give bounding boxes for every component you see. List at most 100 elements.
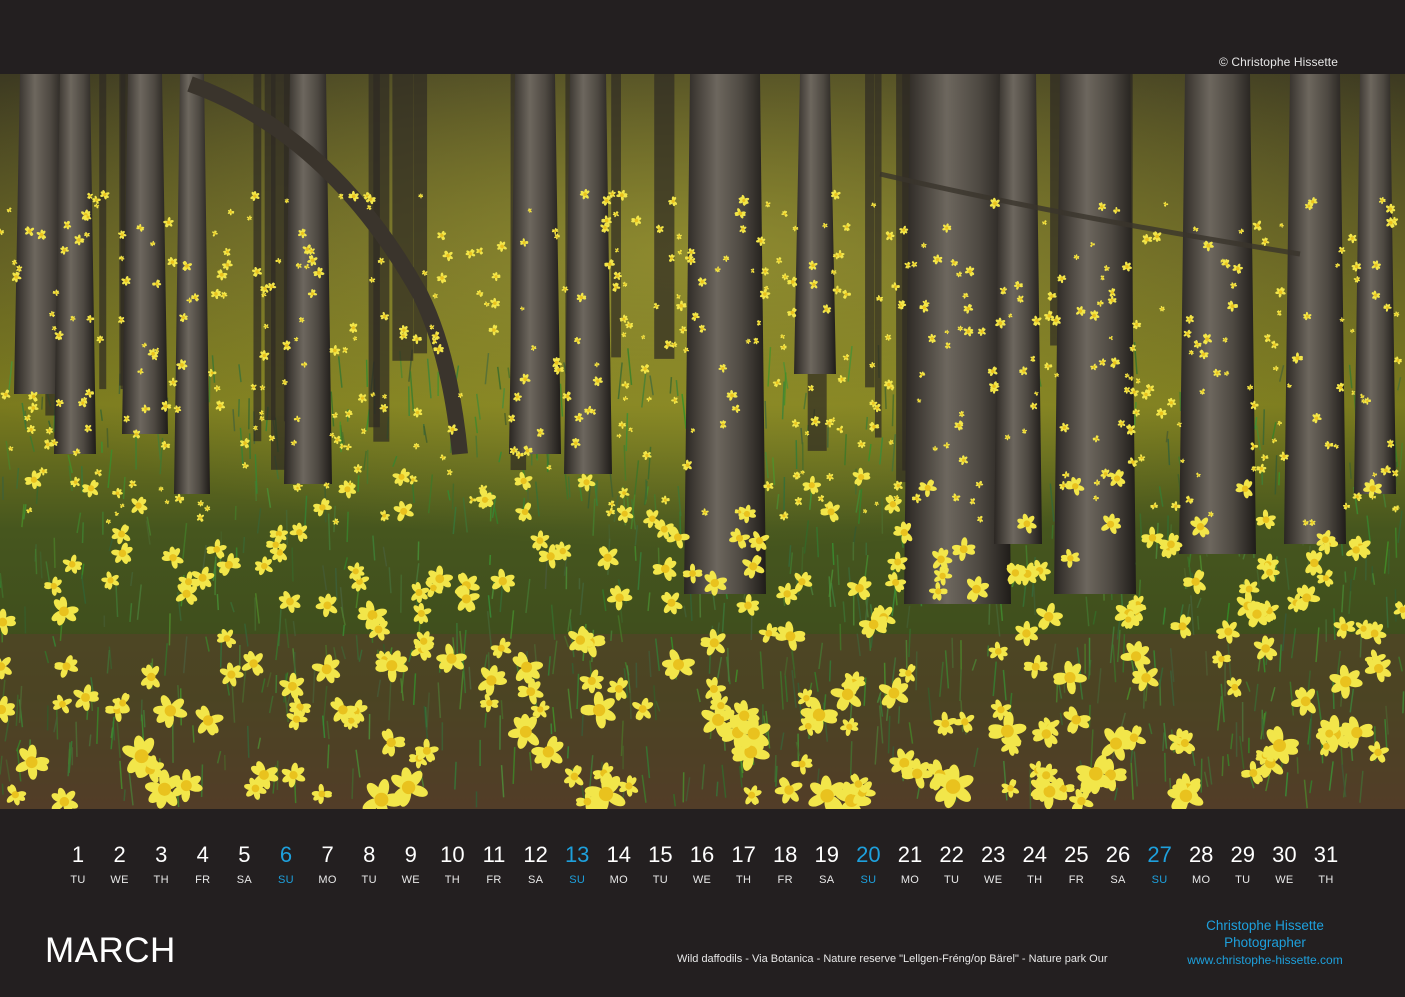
trumpet [284,343,289,348]
trumpet [440,276,444,280]
trumpet [1022,369,1026,373]
trumpet [333,348,337,353]
trumpet [980,330,984,334]
tree-trunk [122,74,168,434]
grass-blade [750,613,753,641]
trumpet [766,203,769,206]
trumpet [1388,207,1392,211]
grass-blade [610,630,613,641]
trumpet [616,249,618,252]
trumpet [206,507,209,510]
trumpet [824,307,828,311]
trumpet [115,512,118,515]
trumpet [351,326,356,330]
trumpet [1336,264,1339,267]
trumpet [721,422,725,426]
trumpet [1354,264,1359,269]
trumpet [171,380,175,384]
trumpet [555,235,558,238]
trumpet [1282,454,1286,458]
trumpet [138,226,142,230]
trumpet [1001,289,1005,292]
trumpet [448,471,451,474]
trumpet [673,399,677,402]
grass-blade [1394,527,1398,558]
trumpet [583,192,587,196]
trumpet [1152,504,1156,508]
trumpet [121,504,123,507]
trumpet [1091,243,1094,246]
trumpet [382,513,387,518]
grass-blade [285,509,289,545]
trumpet [930,336,934,341]
trumpet [401,334,405,338]
trumpet [958,273,961,276]
trumpet [58,401,61,405]
trumpet [872,204,875,207]
grass-blade [891,394,895,427]
trumpet [820,497,823,500]
trumpet [1215,371,1219,375]
trumpet [1132,390,1136,394]
trumpet [1078,309,1083,313]
trumpet [1395,313,1398,316]
trumpet [253,194,257,198]
trumpet [119,318,123,322]
background-trunk [654,74,675,359]
trumpet [734,407,738,411]
trumpet [677,295,680,298]
trumpet [515,395,519,399]
trumpet [1295,356,1300,361]
trumpet [523,377,528,381]
trumpet [13,261,16,264]
trumpet [470,498,474,502]
grass-blade [1296,757,1299,774]
trumpet [1194,228,1197,231]
trumpet [14,275,18,279]
trumpet [655,304,658,308]
grass-blade [1200,758,1203,793]
trumpet [538,431,542,435]
trumpet [615,274,619,278]
trumpet [225,250,229,254]
grass-blade [1164,752,1167,782]
trumpet [794,421,798,425]
trumpet [860,442,863,446]
trumpet [368,206,370,209]
trumpet [1327,443,1331,447]
trumpet [356,467,360,471]
trumpet [716,268,719,271]
trumpet [299,485,302,487]
grass-blade [915,651,918,691]
trumpet [54,291,58,294]
trumpet [86,427,90,430]
trumpet [690,259,693,263]
trumpet [614,213,618,216]
trumpet [8,209,11,211]
trumpet [902,228,906,232]
trumpet [433,339,436,343]
trumpet [587,408,591,412]
grass-blade [200,764,204,797]
trumpet [596,363,598,366]
trumpet [871,364,874,367]
trumpet [1311,200,1315,204]
trumpet [913,263,916,266]
trumpet [671,199,675,203]
trumpet [795,474,798,477]
background-trunk [875,74,882,438]
trumpet [1253,467,1256,470]
trumpet [31,394,36,399]
grass-blade [351,768,354,799]
trumpet [348,482,352,486]
trumpet [1032,404,1036,408]
tree-trunk [1354,74,1396,494]
trumpet [225,263,230,267]
trumpet [946,331,948,333]
trumpet [1181,459,1184,462]
trumpet [1278,422,1281,425]
trumpet [41,469,45,473]
grass-blade [839,623,842,651]
trumpet [596,379,600,383]
trumpet [185,264,189,268]
